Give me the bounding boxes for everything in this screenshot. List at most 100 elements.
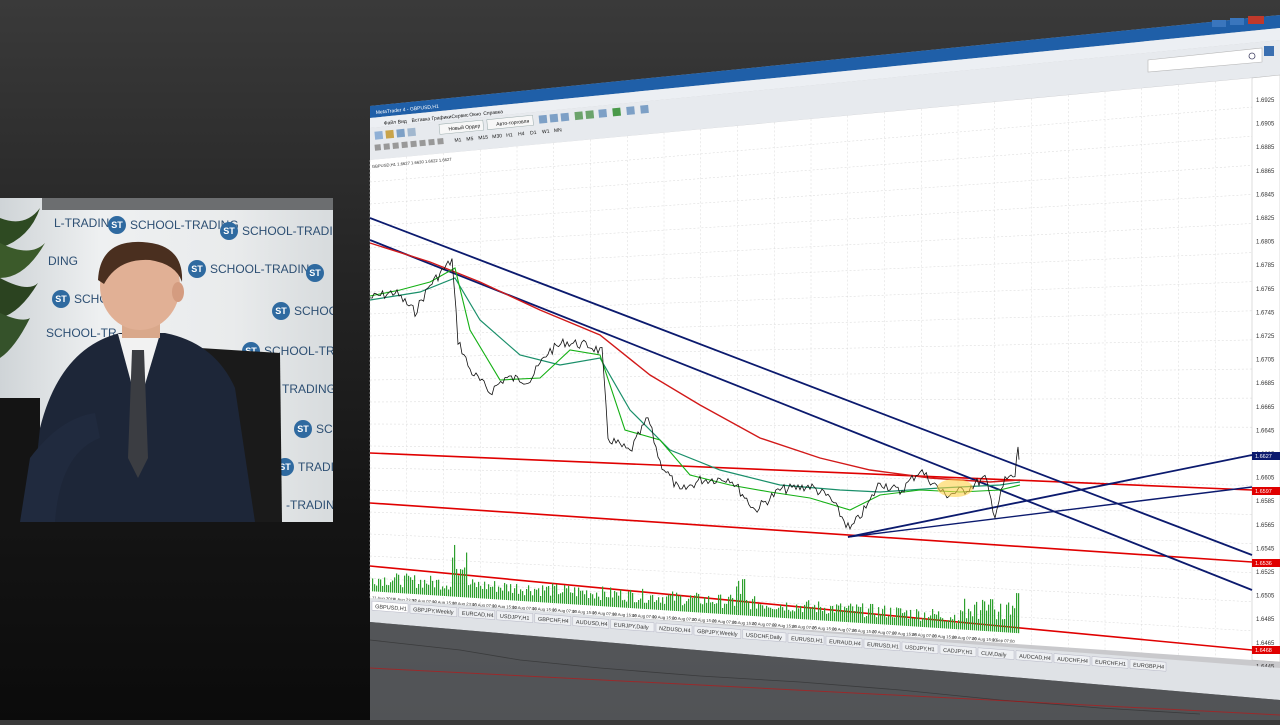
timeframe-m1[interactable]: M1 — [454, 137, 462, 144]
volume-bar — [528, 585, 530, 602]
volume-bar — [508, 591, 510, 601]
fibonacci-icon[interactable] — [428, 138, 435, 146]
price-tick-label: 1.6805 — [1256, 240, 1275, 246]
volume-bar — [598, 596, 600, 606]
tile-windows-icon[interactable] — [598, 108, 608, 118]
volume-bar — [626, 601, 628, 608]
volume-bar — [998, 611, 1000, 632]
volume-bar — [880, 614, 882, 625]
timeframe-w1[interactable]: W1 — [542, 129, 550, 136]
bar-chart-icon[interactable] — [538, 114, 548, 124]
volume-bar — [438, 579, 440, 596]
new-chart-icon[interactable] — [374, 130, 384, 140]
menu-item-window[interactable]: Окно — [469, 111, 481, 118]
profiles-icon[interactable] — [396, 128, 406, 138]
volume-bar — [700, 603, 702, 613]
channel-icon[interactable] — [419, 139, 426, 147]
volume-bar — [394, 577, 396, 593]
autoscroll-icon[interactable] — [612, 107, 622, 117]
volume-bar — [788, 609, 790, 619]
volume-bar — [824, 607, 826, 621]
volume-bar — [428, 584, 430, 595]
line-chart-icon[interactable] — [560, 112, 570, 122]
volume-bar — [636, 602, 638, 609]
zoom-in-icon[interactable] — [574, 111, 584, 121]
cursor-icon[interactable] — [374, 144, 382, 151]
volume-bar — [856, 604, 858, 623]
volume-bar — [1016, 593, 1018, 634]
volume-bar — [610, 587, 612, 607]
price-tick-label: 1.6705 — [1256, 358, 1275, 364]
volume-bar — [760, 604, 762, 617]
account-icon[interactable] — [1264, 46, 1274, 56]
volume-bar — [688, 598, 690, 612]
volume-bar — [406, 573, 408, 594]
volume-bar — [536, 589, 538, 602]
volume-bar — [448, 589, 450, 597]
volume-bar — [554, 585, 556, 604]
volume-bar — [864, 617, 866, 624]
minimize-button[interactable] — [1212, 20, 1226, 27]
timeframe-m5[interactable]: M5 — [466, 136, 474, 143]
volume-bar — [586, 590, 588, 606]
volume-bar — [832, 605, 834, 622]
volume-bar — [890, 607, 892, 625]
volume-bar — [620, 589, 622, 608]
volume-bar — [826, 613, 828, 621]
volume-bar — [836, 604, 838, 622]
red-level-label-3: 1.6468 — [1255, 648, 1272, 654]
menu-item-view[interactable]: Вид — [397, 119, 407, 126]
price-tick-label: 1.6525 — [1256, 570, 1275, 576]
timeframe-d1[interactable]: D1 — [530, 130, 537, 137]
volume-bar — [696, 592, 698, 613]
folder-icon[interactable] — [385, 129, 395, 139]
volume-bar — [944, 620, 946, 629]
volume-bar — [612, 597, 614, 607]
volume-bar — [866, 616, 868, 624]
volume-bar — [608, 597, 610, 607]
volume-bar — [854, 611, 856, 623]
volume-bar — [386, 584, 388, 593]
volume-bar — [1008, 602, 1010, 633]
current-price-label: 1.6627 — [1255, 454, 1272, 460]
volume-bar — [692, 597, 694, 613]
volume-bar — [704, 597, 706, 613]
timeframe-h4[interactable]: H4 — [518, 131, 525, 138]
volume-bar — [710, 602, 712, 614]
volume-bar — [544, 590, 546, 603]
volume-bar — [472, 579, 474, 598]
menu-item-file[interactable]: Файл — [383, 119, 396, 127]
navigator-icon[interactable] — [407, 127, 416, 137]
text-tool-icon[interactable] — [437, 137, 444, 145]
candles-icon[interactable] — [549, 113, 559, 123]
volume-bar — [848, 605, 850, 623]
volume-bar — [600, 600, 602, 607]
trendline-icon[interactable] — [410, 140, 417, 148]
timeframe-h1[interactable]: H1 — [506, 132, 513, 139]
volume-bar — [868, 608, 870, 624]
volume-bar — [752, 598, 754, 616]
vertical-line-icon[interactable] — [392, 142, 399, 149]
chart-shift-icon[interactable] — [626, 106, 635, 116]
volume-bar — [644, 602, 646, 609]
horizontal-line-icon[interactable] — [401, 141, 408, 149]
timeframe-mn[interactable]: MN — [554, 127, 563, 134]
volume-bar — [974, 604, 976, 631]
volume-bar — [540, 595, 542, 603]
zoom-out-icon[interactable] — [585, 110, 595, 120]
volume-bar — [718, 594, 720, 614]
volume-bar — [808, 600, 810, 620]
maximize-button[interactable] — [1230, 18, 1244, 25]
indicators-icon[interactable] — [640, 104, 649, 114]
terminal-svg: MetaTrader 4 - GBPUSD,H1 Файл Вид Вставк… — [369, 15, 1280, 720]
volume-bar — [632, 593, 634, 609]
volume-bar — [1004, 618, 1006, 633]
close-button[interactable] — [1248, 16, 1264, 24]
volume-bar — [456, 568, 458, 597]
crosshair-icon[interactable] — [383, 143, 391, 150]
volume-bar — [876, 617, 878, 624]
timeframe-m15[interactable]: M15 — [478, 135, 488, 142]
volume-bar — [1002, 619, 1004, 633]
timeframe-m30[interactable]: M30 — [492, 133, 502, 140]
volume-bar — [858, 606, 860, 623]
